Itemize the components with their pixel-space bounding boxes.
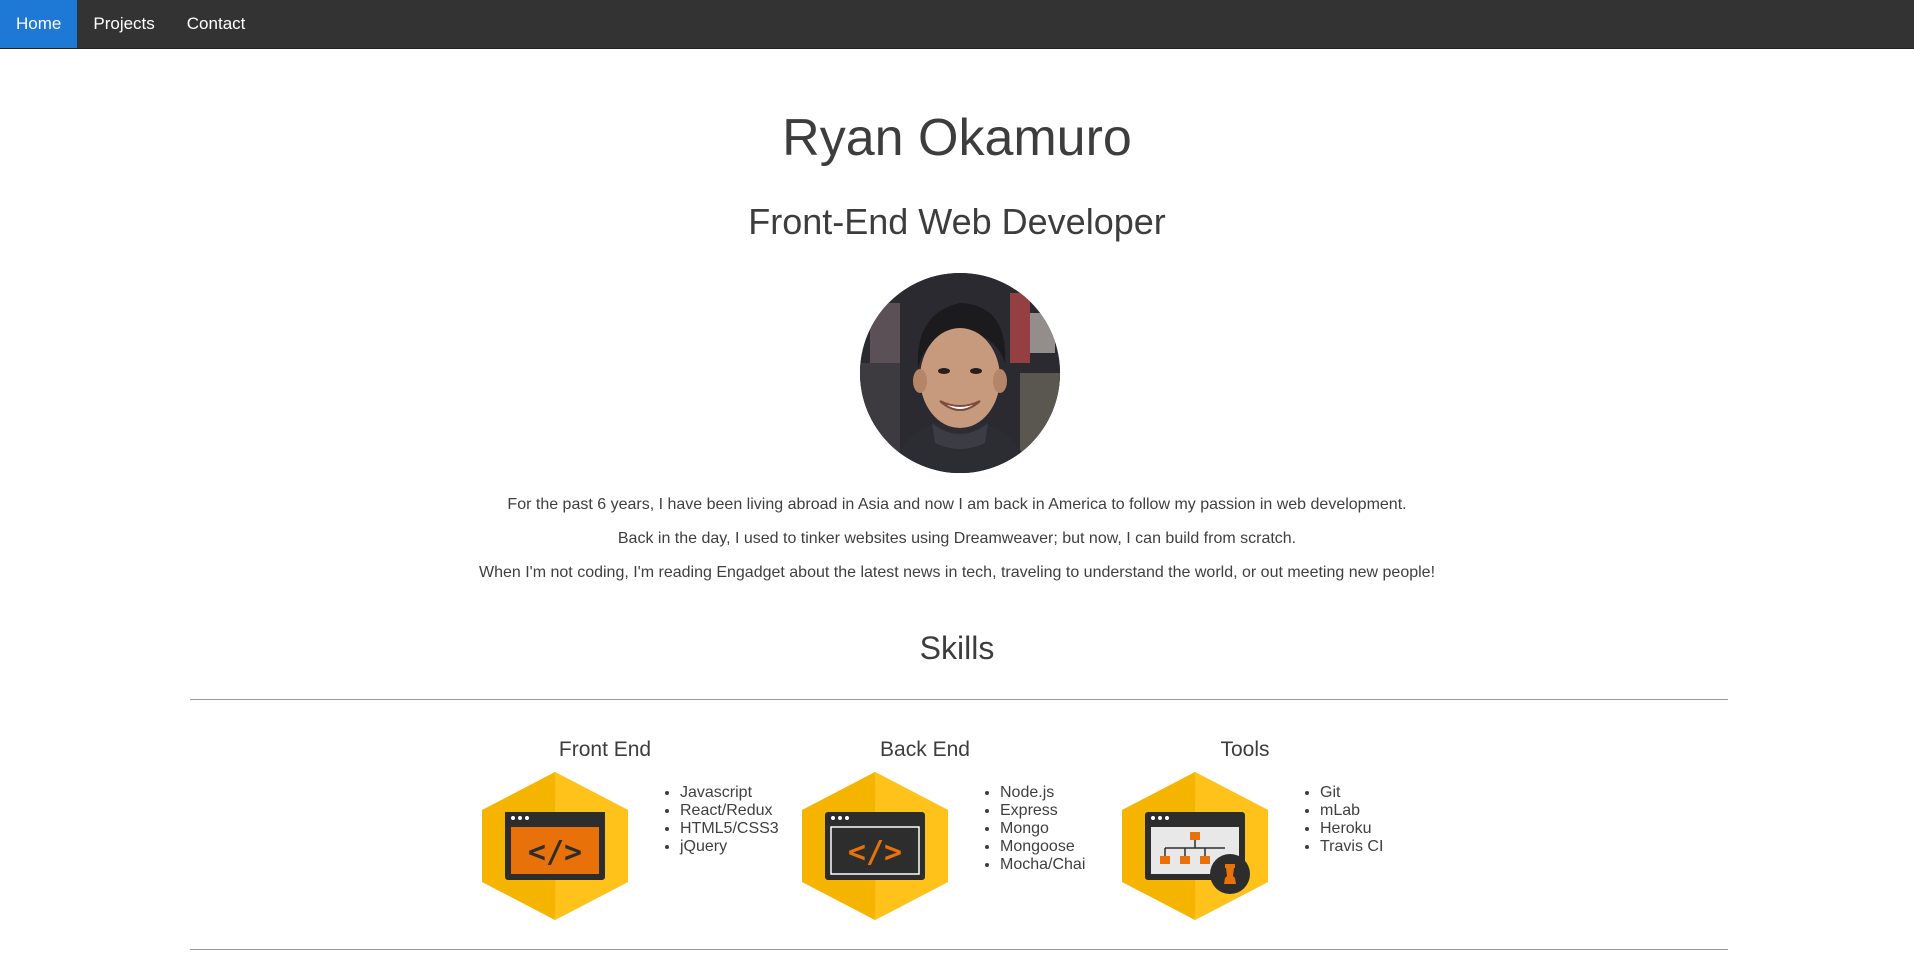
skill-heading-tools: Tools — [1220, 738, 1270, 761]
skill-list-back-end: Node.js Express Mongo Mongoose Mocha/Cha… — [980, 784, 1085, 874]
skill-body-back-end: </> Node.js Express Mongo Mongoose Mocha… — [800, 762, 1120, 922]
list-item: mLab — [1320, 802, 1383, 820]
list-item: Git — [1320, 784, 1383, 802]
list-item: Mongo — [1000, 820, 1085, 838]
list-item: Travis CI — [1320, 838, 1383, 856]
page-title: Ryan Okamuro — [782, 109, 1132, 167]
nav-contact[interactable]: Contact — [171, 0, 262, 48]
skill-column-back-end: Back End </> Node.js Express Mongo Mongo… — [800, 738, 1120, 922]
list-item: jQuery — [680, 838, 779, 856]
list-item: Heroku — [1320, 820, 1383, 838]
skills-divider-top — [190, 699, 1728, 700]
bio-text: For the past 6 years, I have been living… — [0, 488, 1914, 590]
avatar — [860, 273, 1060, 473]
bio-line-1: For the past 6 years, I have been living… — [507, 496, 1407, 513]
skill-column-front-end: Front End </> Javascript React/Redux HTM… — [480, 738, 800, 922]
nav-home[interactable]: Home — [0, 0, 78, 48]
list-item: Node.js — [1000, 784, 1085, 802]
list-item: Mongoose — [1000, 838, 1085, 856]
svg-text:</>: </> — [848, 835, 902, 870]
page-subtitle: Front-End Web Developer — [748, 201, 1166, 242]
skills-heading: Skills — [919, 630, 995, 666]
code-window-dark-icon: </> — [802, 772, 948, 920]
nav-projects[interactable]: Projects — [77, 0, 170, 48]
skills-divider-bottom — [190, 949, 1728, 950]
list-item: HTML5/CSS3 — [680, 820, 779, 838]
bio-line-2: Back in the day, I used to tinker websit… — [617, 530, 1297, 547]
svg-text:</>: </> — [528, 835, 582, 870]
bio-line-3: When I'm not coding, I'm reading Engadge… — [478, 564, 1436, 581]
sitemap-chess-icon — [1122, 772, 1268, 920]
skill-body-front-end: </> Javascript React/Redux HTML5/CSS3 jQ… — [480, 762, 800, 922]
profile-photo-icon — [860, 273, 1060, 473]
skill-body-tools: Git mLab Heroku Travis CI — [1120, 762, 1440, 922]
list-item: Mocha/Chai — [1000, 856, 1085, 874]
top-navbar: Home Projects Contact — [0, 0, 1914, 49]
skill-list-tools: Git mLab Heroku Travis CI — [1300, 784, 1383, 856]
list-item: React/Redux — [680, 802, 779, 820]
code-window-icon: </> — [482, 772, 628, 920]
skill-column-tools: Tools • Git • mLab • Heroku • Travis CI — [1120, 738, 1440, 922]
list-item: Express — [1000, 802, 1085, 820]
skill-list-front-end: Javascript React/Redux HTML5/CSS3 jQuery — [660, 784, 779, 856]
list-item: Javascript — [680, 784, 779, 802]
